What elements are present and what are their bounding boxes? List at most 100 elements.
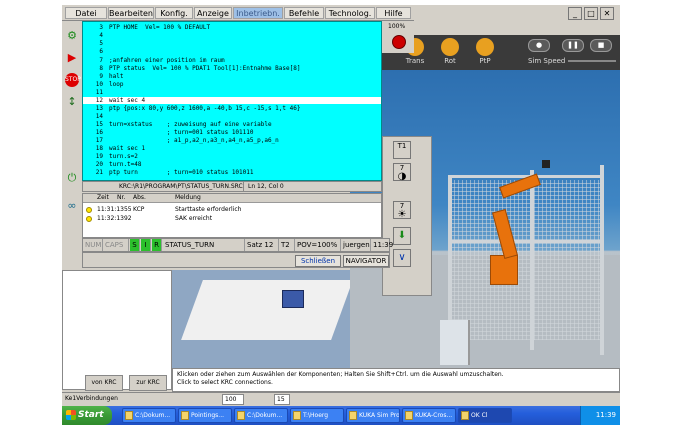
submit-indicator: S	[130, 239, 140, 251]
step-field[interactable]: 15	[274, 394, 290, 405]
line-number: 16	[95, 129, 103, 136]
from-krc-button[interactable]: von KRC	[85, 375, 123, 391]
line-number: 8	[99, 65, 103, 72]
menu-bearbeiten[interactable]: Bearbeiten	[108, 7, 154, 19]
code-line[interactable]: 20 turn.t=48	[83, 161, 142, 168]
start-label: Start	[78, 410, 104, 420]
emergency-stop-icon[interactable]	[392, 35, 406, 49]
close-button[interactable]: ✕	[600, 7, 614, 20]
code-line[interactable]: 7 ;anfahren einer position im raum	[83, 57, 224, 64]
axis-icon[interactable]: ↕	[65, 95, 79, 109]
code-line[interactable]: 14	[83, 113, 109, 120]
code-line[interactable]: 6	[83, 48, 109, 55]
task-button[interactable]: Pointings...	[178, 408, 232, 423]
sim-ptp-button[interactable]: PtP	[470, 37, 500, 68]
code-line[interactable]: 21 ptp turn ; turn=010 status 101011	[83, 169, 254, 176]
code-line[interactable]: 10 loop	[83, 81, 124, 88]
message-bar: Klicken oder ziehen zum Auswählen der Ko…	[172, 368, 620, 392]
editor-path-bar: KRC:\R1\PROGRAM\PT\STATUS_TURN.SRC Ln 12…	[82, 181, 382, 192]
scene-table-area	[172, 270, 350, 370]
code-line[interactable]: 13 ptp {pos:x 80,y 600,z 1600,a -40,b 15,…	[83, 105, 301, 112]
krc-right-panel: T1 7 ◑ 7 ☀ ⬇ ∨	[382, 136, 432, 296]
krc-right-top: 100%	[382, 21, 414, 53]
half-circle-icon: ◑	[397, 171, 407, 182]
override-indicator: POV=100%	[295, 239, 341, 251]
menu-anzeige[interactable]: Anzeige	[194, 7, 232, 19]
menu-hilfe[interactable]: Hilfe	[376, 7, 411, 19]
message-row[interactable]: 11:31:1355 KCP Starttaste erforderlich	[83, 206, 381, 214]
sim-speed-slider[interactable]	[568, 60, 616, 62]
caps-indicator: CAPS	[103, 239, 129, 251]
mode-button[interactable]: T1	[393, 141, 411, 159]
robot-icon[interactable]: ⚙	[65, 29, 79, 43]
start-button[interactable]: Start	[62, 406, 112, 425]
status-label: Ke1Verbindungen	[65, 395, 118, 402]
sim-stop-icon[interactable]: ■	[590, 39, 612, 52]
tool-icon[interactable]: ∞	[65, 199, 79, 213]
fence-post	[530, 170, 534, 350]
menu-inbetriebnahme[interactable]: Inbetriebn.	[233, 7, 283, 19]
code-line[interactable]: 15 turn=xstatus ; zuweisung auf eine vari…	[83, 121, 272, 128]
msg-src: KCP	[133, 206, 145, 213]
code-line[interactable]: 18 wait sec 1	[83, 145, 145, 152]
task-button[interactable]: KUKA Sim Pro	[346, 408, 400, 423]
line-number: 3	[99, 24, 103, 31]
line-number: 17	[95, 137, 103, 144]
taskbar: Start C:\Dokum... Pointings... C:\Dokum.…	[62, 406, 620, 425]
program-path: KRC:\R1\PROGRAM\PT\STATUS_TURN.SRC	[119, 183, 243, 190]
robot-gripper	[542, 160, 550, 168]
sim-record-icon[interactable]: ●	[528, 39, 550, 52]
task-button[interactable]: KUKA-Cros...	[402, 408, 456, 423]
navigator-softkey[interactable]: NAVIGATOR	[343, 255, 389, 267]
code-line-current[interactable]: 12 wait sec 4	[83, 97, 381, 104]
to-krc-button[interactable]: zur KRC	[129, 375, 167, 391]
col-abs: Abs.	[133, 194, 146, 201]
zoom-field[interactable]: 100	[222, 394, 244, 405]
line-code: ptp {pos:x 80,y 600,z 1600,a -40,b 15,c …	[109, 105, 301, 112]
close-softkey[interactable]: Schließen	[295, 255, 341, 267]
task-button[interactable]: T:\Hoerg	[290, 408, 344, 423]
sim-pause-icon[interactable]: ❚❚	[562, 39, 584, 52]
running-man-icon[interactable]: ▶	[65, 51, 79, 65]
code-line[interactable]: 5	[83, 40, 109, 47]
line-number: 21	[95, 169, 103, 176]
chevron-double-icon[interactable]: ∨	[393, 249, 411, 267]
sim-rot-button[interactable]: Rot	[435, 37, 465, 68]
task-label: KUKA-Cros...	[415, 412, 453, 419]
line-number: 18	[95, 145, 103, 152]
sim-speed-control[interactable]: ● ❚❚ ■ Sim Speed	[528, 39, 618, 67]
task-button[interactable]: C:\Dokum...	[122, 408, 176, 423]
menu-technologie[interactable]: Technolog.	[325, 7, 375, 19]
menu-datei[interactable]: Datei	[65, 7, 107, 19]
code-line[interactable]: 11	[83, 89, 109, 96]
power-icon[interactable]: ⏻	[65, 171, 79, 185]
drives-indicator: I	[141, 239, 151, 251]
menu-befehle[interactable]: Befehle	[284, 7, 324, 19]
task-label: KUKA Sim Pro	[359, 412, 400, 419]
windows-logo-icon	[66, 410, 76, 420]
program-editor[interactable]: 3 PTP HOME Vel= 100 % DEFAULT 4 5 6 7 ;anf…	[82, 21, 382, 181]
menu-konfig[interactable]: Konfig.	[155, 7, 193, 19]
stop-icon[interactable]: STOP	[65, 73, 81, 87]
maximize-button[interactable]: □	[584, 7, 598, 20]
task-button[interactable]: C:\Dokum...	[234, 408, 288, 423]
minimize-button[interactable]: _	[568, 7, 582, 20]
code-line[interactable]: 4	[83, 32, 109, 39]
code-line[interactable]: 3 PTP HOME Vel= 100 % DEFAULT	[83, 24, 210, 31]
brightness-button[interactable]: 7 ☀	[393, 201, 411, 220]
code-line[interactable]: 8 PTP status Vel= 100 % PDAT1 Tool[1]:Ent…	[83, 65, 300, 72]
display-button[interactable]: 7 ◑	[393, 163, 411, 182]
code-line[interactable]: 9 halt	[83, 73, 123, 80]
code-line[interactable]: 19 turn.s=2	[83, 153, 138, 160]
line-code: halt	[109, 73, 124, 80]
line-number: 13	[95, 105, 103, 112]
user-indicator: juergen	[343, 239, 371, 251]
task-button-active[interactable]: OK Cl	[458, 408, 512, 423]
download-icon[interactable]: ⬇	[393, 227, 411, 245]
line-number: 15	[95, 121, 103, 128]
line-code: turn.s=2	[109, 153, 138, 160]
code-line[interactable]: 17 ; a1_p,a2_n,a3_n,a4_n,a5_p,a6_n	[83, 137, 279, 144]
message-row[interactable]: 11:32:1392 SAK erreicht	[83, 215, 381, 223]
folder-icon	[293, 411, 301, 420]
code-line[interactable]: 16 ; turn=001 status 101110	[83, 129, 254, 136]
